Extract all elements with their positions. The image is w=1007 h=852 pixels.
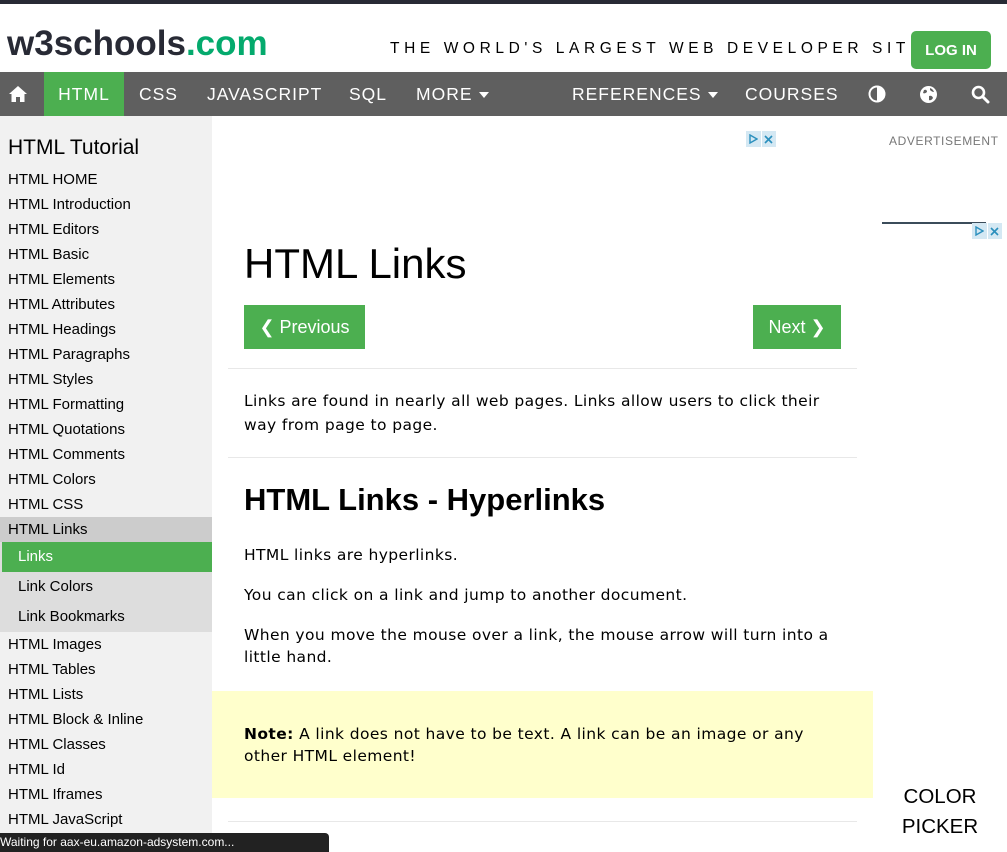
nav-more-label: MORE <box>416 83 473 104</box>
sidebar-item[interactable]: HTML Iframes <box>0 782 212 807</box>
search-button[interactable] <box>969 72 991 116</box>
sidebar-subsection: Links Link Colors Link Bookmarks <box>0 542 212 632</box>
caret-down-icon <box>707 92 718 98</box>
advertisement-label: ADVERTISEMENT <box>889 134 999 148</box>
note-body: A link does not have to be text. A link … <box>244 725 804 765</box>
paragraph: HTML links are hyperlinks. <box>244 546 459 564</box>
section-heading: HTML Links - Hyperlinks <box>244 482 606 517</box>
caret-down-icon <box>478 92 489 98</box>
contrast-icon <box>868 85 886 103</box>
sidebar-subitem-active[interactable]: Links <box>2 542 212 572</box>
previous-button[interactable]: ❮ Previous <box>244 305 365 349</box>
sidebar-item[interactable]: HTML Formatting <box>0 392 212 417</box>
search-icon <box>971 85 989 103</box>
sidebar-item[interactable]: HTML Styles <box>0 367 212 392</box>
sidebar-item[interactable]: HTML Classes <box>0 732 212 757</box>
nav-courses[interactable]: COURSES <box>745 72 839 116</box>
sidebar-item[interactable]: HTML Headings <box>0 317 212 342</box>
divider <box>228 457 857 458</box>
sidebar-item[interactable]: HTML Introduction <box>0 192 212 217</box>
ad-choices-badge[interactable] <box>746 131 777 147</box>
language-button[interactable] <box>917 72 939 116</box>
main-content: HTML Links ❮ Previous Next ❯ Links are f… <box>212 116 873 852</box>
logo-domain: .com <box>185 24 268 63</box>
site-logo[interactable]: w3schools.com <box>7 26 268 62</box>
sidebar-item[interactable]: HTML Colors <box>0 467 212 492</box>
nav-css[interactable]: CSS <box>139 72 178 116</box>
note-text: Note: A link does not have to be text. A… <box>244 723 844 767</box>
sidebar-item[interactable]: HTML Lists <box>0 682 212 707</box>
home-icon <box>9 86 27 102</box>
sidebar-item[interactable]: HTML CSS <box>0 492 212 517</box>
next-button[interactable]: Next ❯ <box>753 305 841 349</box>
ad-divider <box>882 222 986 224</box>
sidebar-item[interactable]: HTML Quotations <box>0 417 212 442</box>
color-picker-line-1: COLOR <box>903 785 977 808</box>
paragraph: When you move the mouse over a link, the… <box>244 626 829 666</box>
nav-sql[interactable]: SQL <box>349 72 387 116</box>
divider <box>228 821 857 822</box>
intro-paragraph: Links are found in nearly all web pages.… <box>244 392 820 434</box>
home-button[interactable] <box>0 72 36 116</box>
ad-close-icon <box>761 131 776 147</box>
login-button[interactable]: LOG IN <box>911 31 991 69</box>
nav-references-label: REFERENCES <box>572 83 702 104</box>
sidebar-subitem[interactable]: Link Bookmarks <box>2 602 212 632</box>
theme-toggle-button[interactable] <box>866 72 888 116</box>
site-tagline: THE WORLD'S LARGEST WEB DEVELOPER SITE <box>390 40 925 57</box>
logo-text: w3schools <box>7 24 186 63</box>
nav-html[interactable]: HTML <box>44 72 124 116</box>
sidebar-item[interactable]: HTML Attributes <box>0 292 212 317</box>
sidebar-item[interactable]: HTML Id <box>0 757 212 782</box>
divider <box>228 368 857 369</box>
top-navbar: HTML CSS JAVASCRIPT SQL MORE REFERENCES … <box>0 72 1007 116</box>
nav-javascript[interactable]: JAVASCRIPT <box>207 72 322 116</box>
ad-info-icon <box>972 223 987 239</box>
sidebar-item[interactable]: HTML Comments <box>0 442 212 467</box>
sidebar-item[interactable]: HTML Tables <box>0 657 212 682</box>
sidebar-item[interactable]: HTML JavaScript <box>0 807 212 832</box>
sidebar-item[interactable]: HTML Basic <box>0 242 212 267</box>
sidebar-item[interactable]: HTML HOME <box>0 167 212 192</box>
ad-info-icon <box>746 131 761 147</box>
right-sidebar: ADVERTISEMENT COLOR PICKER <box>873 116 1007 852</box>
sidebar-item[interactable]: HTML Elements <box>0 267 212 292</box>
tutorial-sidebar: HTML Tutorial HTML HOME HTML Introductio… <box>0 116 212 852</box>
sidebar-item[interactable]: HTML Images <box>0 632 212 657</box>
sidebar-title: HTML Tutorial <box>8 136 140 159</box>
sidebar-subitem[interactable]: Link Colors <box>2 572 212 602</box>
color-picker-link[interactable]: COLOR PICKER <box>873 782 1007 842</box>
paragraph: You can click on a link and jump to anot… <box>244 586 688 604</box>
globe-icon <box>919 85 937 103</box>
sidebar-item[interactable]: HTML Editors <box>0 217 212 242</box>
note-box: Note: A link does not have to be text. A… <box>212 691 873 798</box>
browser-status-bar: Waiting for aax-eu.amazon-adsystem.com..… <box>0 833 329 852</box>
sidebar-item[interactable]: HTML Paragraphs <box>0 342 212 367</box>
sidebar-item-current[interactable]: HTML Links <box>0 517 212 542</box>
nav-references[interactable]: REFERENCES <box>572 72 718 116</box>
nav-more[interactable]: MORE <box>416 72 489 116</box>
page-title: HTML Links <box>244 240 467 287</box>
ad-close-icon <box>987 223 1002 239</box>
color-picker-line-2: PICKER <box>901 815 979 838</box>
note-label: Note: <box>244 725 294 743</box>
site-header: w3schools.com THE WORLD'S LARGEST WEB DE… <box>0 4 1007 72</box>
ad-choices-badge[interactable] <box>972 223 1003 239</box>
sidebar-item[interactable]: HTML Block & Inline <box>0 707 212 732</box>
